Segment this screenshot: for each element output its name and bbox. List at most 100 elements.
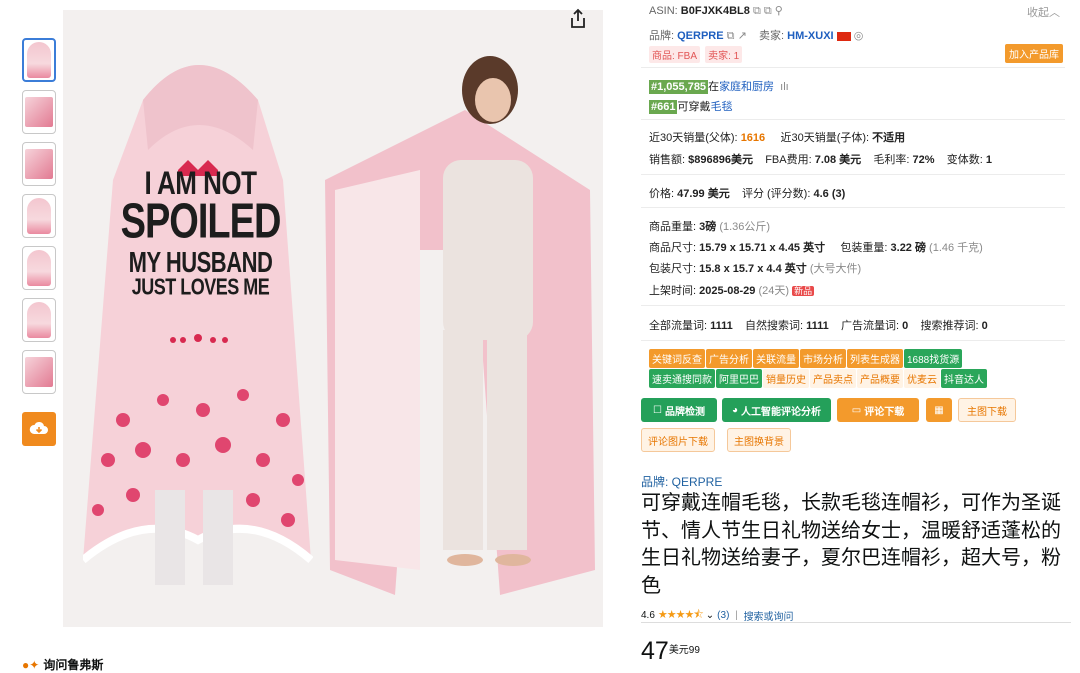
score-value: 4.6 (3) [813,188,846,200]
traffic-rec-value: 0 [981,320,988,332]
message-icon: ▭ [851,404,862,416]
checkbox-icon: ☐ [653,404,662,416]
search-ask-link[interactable]: 搜索或询问 [744,608,794,623]
review-images-download-button[interactable]: 评论图片下载 [641,428,715,452]
copy-icon[interactable]: ⧉ [727,30,735,42]
dims-value: 15.79 x 15.71 x 4.45 英寸 [699,242,826,254]
main-image-download-button[interactable]: 主图下载 [958,398,1016,422]
weight-value: 3磅 [699,221,717,233]
tool-chip[interactable]: 产品概要 [857,369,903,388]
tool-chip[interactable]: 市场分析 [800,349,846,368]
dims-row: 商品尺寸: 15.79 x 15.71 x 4.45 英寸 包装重量: 3.22… [649,239,983,255]
chevron-down-icon[interactable]: ⌄ [706,610,714,621]
rank-1-category[interactable]: 家庭和厨房 [719,81,774,93]
add-to-library-button[interactable]: 加入产品库 [1005,44,1063,63]
location-icon: ⚲ [774,5,783,17]
thumbnail-2[interactable] [22,90,56,134]
new-badge: 新品 [792,286,815,296]
rank-1-in: 在 [708,81,720,93]
thumbnail-list [22,38,58,402]
seller-link[interactable]: HM-XUXI [787,30,833,42]
seller-label: 卖家: [759,30,785,42]
thumbnail-5[interactable] [22,246,56,290]
china-flag-icon [836,31,851,41]
seller-plugin-panel: ASIN: B0FJXK4BL8 ⧉ ⧉ ⚲ 收起︿ 品牌: QERPRE ⧉ … [641,0,1065,458]
pkg-dims-label: 包装尺寸: [649,263,697,275]
thumbnail-4[interactable] [22,194,56,238]
calculator-button[interactable]: ▦ [926,398,952,422]
ask-rufus-button[interactable]: ●✦ 询问鲁弗斯 [22,656,103,673]
pkg-dims-alt: (大号大件) [809,263,862,275]
tool-chip[interactable]: 阿里巴巴 [716,369,762,388]
price-fraction: 美元99 [668,645,700,656]
external-link-icon[interactable]: ↗ [738,30,747,42]
brand-link[interactable]: QERPRE [677,30,723,42]
thumbnail-6[interactable] [22,298,56,342]
tool-chip[interactable]: 列表生成器 [847,349,903,368]
tool-chip[interactable]: 关联流量 [753,349,799,368]
pkg-dims-row: 包装尺寸: 15.8 x 15.7 x 4.4 英寸 (大号大件) [649,260,861,276]
brand-store-link[interactable]: 品牌: QERPRE [641,473,722,490]
rank-1-badge: #1,055,785 [649,80,709,94]
sales-row: 近30天销量(父体): 1616 近30天销量(子体): 不适用 [649,129,905,145]
collapse-label: 收起 [1027,7,1049,19]
listed-alt: (24天) [758,285,790,297]
margin-value: 72% [912,154,935,166]
weight-alt: (1.36公斤) [719,221,771,233]
divider [641,622,1071,623]
rank-2-category[interactable]: 毛毯 [710,101,732,113]
brand-check-label: 品牌检测 [664,406,705,418]
rank-row-1: #1,055,785 在家庭和厨房 ılı [649,78,789,94]
thumbnail-3[interactable] [22,142,56,186]
asin-value: B0FJXK4BL8 [680,5,750,17]
ai-review-button[interactable]: ◕ 人工智能评论分析 [722,398,831,422]
blanket-slogan: I AM NOT SPOILED MY HUSBAND JUST LOVES M… [113,166,288,301]
traffic-row: 全部流量词: 1111 自然搜索词: 1111 广告流量词: 0 搜索推荐词: … [649,317,988,333]
thumbnail-1[interactable] [22,38,56,82]
cloud-download-icon [29,421,48,434]
tool-chip[interactable]: 优麦云 [904,369,940,388]
pkg-weight-alt: (1.46 千克) [929,242,983,254]
fulfillment-tag: 商品: FBA [649,46,701,63]
listed-row: 上架时间: 2025-08-29 (24天) 新品 [649,282,815,298]
revenue-value: $896896美元 [688,154,753,166]
collapse-button[interactable]: 收起︿ [1027,4,1060,20]
tool-chip[interactable]: 抖音达人 [941,369,987,388]
tool-chip[interactable]: 1688找货源 [904,349,963,368]
ai-review-label: 人工智能评论分析 [741,406,822,418]
tool-chip[interactable]: 产品卖点 [810,369,856,388]
traffic-rec-label: 搜索推荐词: [920,320,979,332]
tool-chip[interactable]: 广告分析 [706,349,752,368]
share-icon[interactable] [567,8,589,30]
sales-child-value: 不适用 [872,132,906,144]
ask-rufus-label: 询问鲁弗斯 [43,658,104,672]
review-download-button[interactable]: ▭ 评论下载 [837,398,919,422]
margin-label: 毛利率: [873,154,910,166]
brand-check-button[interactable]: ☐ 品牌检测 [641,398,717,422]
rating-count-link[interactable]: (3) [717,610,729,621]
main-product-image[interactable]: I AM NOT SPOILED MY HUSBAND JUST LOVES M… [63,10,603,627]
hooded-blanket-back-image [83,65,313,585]
tool-chips-row-2: 速卖通搜同款 阿里巴巴 销量历史 产品卖点 产品概要 优麦云 抖音达人 [649,369,988,388]
pkg-weight-label: 包装重量: [840,242,888,254]
location-icon: ◎ [853,30,864,42]
copy-icon[interactable]: ⧉ ⧉ [753,5,772,17]
slogan-line-4: JUST LOVES ME [131,274,270,301]
review-images-download-label: 评论图片下载 [648,436,708,448]
replace-background-button[interactable]: 主图换背景 [727,428,791,452]
asin-label: ASIN: [649,5,678,17]
tool-chip[interactable]: 速卖通搜同款 [649,369,715,388]
thumbnail-7[interactable] [22,350,56,394]
sparkle-icon: ●✦ [22,657,40,672]
tool-chip[interactable]: 销量历史 [763,369,809,388]
image-download-button[interactable] [22,412,56,446]
tool-chip[interactable]: 关键词反查 [649,349,705,368]
brand-label: 品牌: [649,30,675,42]
chart-icon[interactable]: ılı [777,81,789,93]
main-image-download-label: 主图下载 [967,406,1007,418]
chevron-up-icon: ︿ [1049,7,1060,19]
review-download-label: 评论下载 [864,406,905,418]
traffic-all-value: 1111 [710,320,733,332]
traffic-ad-value: 0 [902,320,909,332]
listed-value: 2025-08-29 [699,285,756,297]
